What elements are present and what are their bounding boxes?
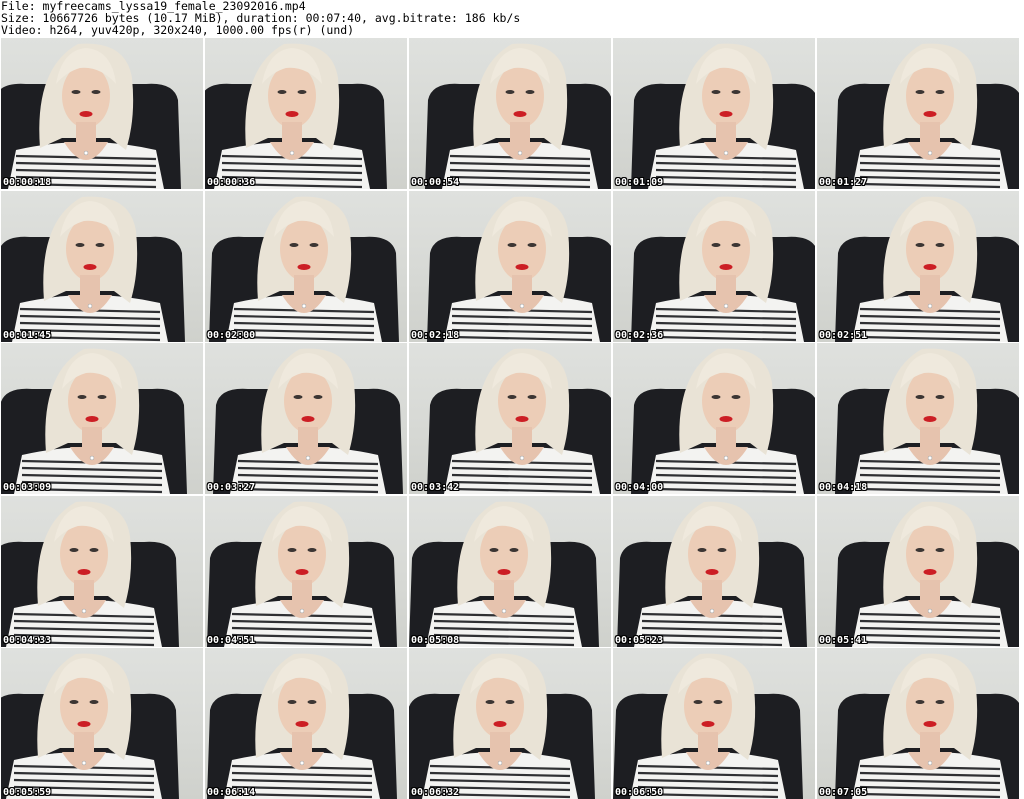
- webcam-frame: [835, 348, 1019, 494]
- video-thumbnail[interactable]: 00:04:51: [205, 495, 407, 647]
- video-thumbnail[interactable]: 00:00:54: [409, 38, 611, 189]
- timestamp-label: 00:02:36: [615, 329, 664, 341]
- file-info-header: File: myfreecams_lyssa19_female_23092016…: [0, 0, 1024, 38]
- webcam-frame: [207, 653, 397, 799]
- webcam-frame: [631, 43, 815, 189]
- video-thumbnail[interactable]: 00:02:36: [613, 190, 815, 342]
- timestamp-label: 00:04:00: [615, 482, 664, 493]
- video-thumbnail[interactable]: 00:02:00: [205, 190, 407, 342]
- timestamp-label: 00:04:33: [3, 634, 52, 646]
- timestamp-label: 00:03:27: [207, 482, 256, 493]
- timestamp-label: 00:06:50: [615, 787, 664, 798]
- webcam-frame: [213, 348, 403, 494]
- webcam-frame: [209, 196, 399, 342]
- video-thumbnail[interactable]: 00:01:27: [817, 38, 1019, 189]
- video-thumbnail[interactable]: 00:05:23: [613, 495, 815, 647]
- timestamp-label: 00:02:00: [207, 329, 256, 341]
- video-thumbnail[interactable]: 00:03:42: [409, 343, 611, 494]
- video-thumbnail[interactable]: 00:05:41: [817, 495, 1019, 647]
- timestamp-label: 00:05:08: [411, 634, 460, 646]
- timestamp-label: 00:03:09: [3, 482, 52, 493]
- timestamp-label: 00:03:42: [411, 482, 460, 493]
- webcam-frame: [207, 501, 397, 647]
- webcam-frame: [835, 196, 1019, 342]
- timestamp-label: 00:01:27: [819, 177, 868, 188]
- video-thumbnail[interactable]: 00:05:08: [409, 495, 611, 647]
- thumbnail-grid: 00:00:18 00:00:36 00:00:54 00:01:09 00:0…: [1, 38, 1019, 799]
- video-thumbnail[interactable]: 00:04:00: [613, 343, 815, 494]
- webcam-frame: [409, 653, 595, 799]
- timestamp-label: 00:00:18: [3, 177, 52, 188]
- timestamp-label: 00:01:45: [3, 329, 52, 341]
- timestamp-label: 00:06:14: [207, 787, 256, 798]
- video-thumbnail[interactable]: 00:06:50: [613, 648, 815, 799]
- webcam-frame: [409, 501, 599, 647]
- webcam-frame: [631, 196, 815, 342]
- timestamp-label: 00:04:51: [207, 634, 256, 646]
- timestamp-label: 00:06:32: [411, 787, 460, 798]
- webcam-frame: [1, 196, 185, 342]
- timestamp-label: 00:02:18: [411, 329, 460, 341]
- video-thumbnail[interactable]: 00:01:45: [1, 190, 203, 342]
- video-thumbnail[interactable]: 00:02:51: [817, 190, 1019, 342]
- webcam-frame: [205, 43, 387, 189]
- timestamp-label: 00:07:05: [819, 787, 868, 798]
- video-thumbnail[interactable]: 00:04:33: [1, 495, 203, 647]
- timestamp-label: 00:00:54: [411, 177, 460, 188]
- video-thumbnail[interactable]: 00:04:18: [817, 343, 1019, 494]
- webcam-frame: [835, 653, 1019, 799]
- webcam-frame: [617, 501, 807, 647]
- timestamp-label: 00:05:41: [819, 634, 868, 646]
- video-thumbnail[interactable]: 00:07:05: [817, 648, 1019, 799]
- timestamp-label: 00:05:23: [615, 634, 664, 646]
- video-thumbnail[interactable]: 00:00:36: [205, 38, 407, 189]
- video-info-line: Video: h264, yuv420p, 320x240, 1000.00 f…: [1, 23, 355, 37]
- timestamp-label: 00:00:36: [207, 177, 256, 188]
- video-thumbnail[interactable]: 00:00:18: [1, 38, 203, 189]
- video-thumbnail[interactable]: 00:02:18: [409, 190, 611, 342]
- webcam-frame: [835, 501, 1019, 647]
- webcam-frame: [631, 348, 815, 494]
- webcam-frame: [1, 43, 181, 189]
- webcam-frame: [427, 348, 611, 494]
- video-thumbnail[interactable]: 00:01:09: [613, 38, 815, 189]
- timestamp-label: 00:02:51: [819, 329, 868, 341]
- timestamp-label: 00:01:09: [615, 177, 664, 188]
- video-thumbnail[interactable]: 00:06:14: [205, 648, 407, 799]
- video-thumbnail[interactable]: 00:06:32: [409, 648, 611, 799]
- webcam-frame: [1, 348, 187, 494]
- video-thumbnail[interactable]: 00:05:59: [1, 648, 203, 799]
- timestamp-label: 00:05:59: [3, 787, 52, 798]
- webcam-frame: [1, 653, 179, 799]
- webcam-frame: [425, 43, 611, 189]
- webcam-frame: [835, 43, 1019, 189]
- webcam-frame: [613, 653, 803, 799]
- webcam-frame: [1, 501, 179, 647]
- video-thumbnail[interactable]: 00:03:09: [1, 343, 203, 494]
- video-thumbnail[interactable]: 00:03:27: [205, 343, 407, 494]
- webcam-frame: [427, 196, 611, 342]
- timestamp-label: 00:04:18: [819, 482, 868, 493]
